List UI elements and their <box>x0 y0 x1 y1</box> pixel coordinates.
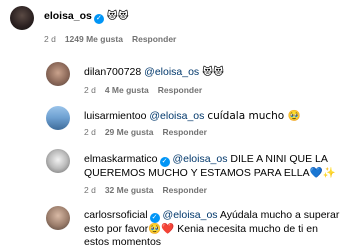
avatar[interactable] <box>46 149 70 173</box>
comment-text-line-1: elmaskarmatico ✓ @eloisa_os DILE A NINI Q… <box>84 153 328 167</box>
comment-time: 2 d <box>84 85 96 95</box>
avatar[interactable] <box>46 106 70 130</box>
comment-elmaskarmatico: elmaskarmatico ✓ @eloisa_os DILE A NINI Q… <box>0 145 350 200</box>
comment-eloisa: eloisa_os ✓ 😻😻 2 d 1249 Me gusta Responder <box>0 0 350 50</box>
comment-time: 2 d <box>84 127 96 137</box>
like-count[interactable]: 32 Me gusta <box>105 185 154 195</box>
comment-luis: luisarmientoo @eloisa_os cuídala mucho 🥹… <box>0 100 350 144</box>
comment-dilan: dilan700728 @eloisa_os 😻😻 2 d 4 Me gusta R… <box>0 55 350 99</box>
comment-body: cuídala mucho 🥹 <box>207 110 301 122</box>
reply-button[interactable]: Responder <box>162 127 206 137</box>
like-count[interactable]: 4 Me gusta <box>105 85 149 95</box>
comment-meta: 2 d 1249 Me gusta Responder <box>44 34 185 45</box>
mention-link[interactable]: @eloisa_os <box>172 153 227 165</box>
comment-text-line-1: carlosrsoficial ✓ @eloisa_os Ayúdala much… <box>84 209 339 223</box>
comment-meta: 2 d 29 Me gusta Responder <box>84 127 216 138</box>
comment-body-line-2: QUEREMOS MUCHO Y ESTAMOS PARA ELLA💙✨ <box>84 167 336 179</box>
verified-badge-icon: ✓ <box>149 213 160 223</box>
mention-link[interactable]: @eloisa_os <box>149 110 204 122</box>
username[interactable]: eloisa_os <box>44 10 92 22</box>
username[interactable]: carlosrsoficial <box>84 209 148 221</box>
comment-meta: 2 d 32 Me gusta Responder <box>84 185 216 196</box>
comment-text: dilan700728 @eloisa_os 😻😻 <box>84 66 224 79</box>
mention-link[interactable]: @eloisa_os <box>163 209 218 221</box>
comment-body-line-2: esto por favor🥹❤️ Kenia necesita mucho d… <box>84 223 318 235</box>
reply-button[interactable]: Responder <box>132 34 176 44</box>
mention-link[interactable]: @eloisa_os <box>144 66 199 78</box>
comment-time: 2 d <box>84 185 96 195</box>
comment-body-line-1: DILE A NINI QUE LA <box>230 153 328 165</box>
comment-body: 😻😻 <box>202 66 225 78</box>
username[interactable]: elmaskarmatico <box>84 153 158 165</box>
comment-carlos: carlosrsoficial ✓ @eloisa_os Ayúdala much… <box>0 200 350 250</box>
comment-meta: 2 d 4 Me gusta Responder <box>84 85 211 96</box>
like-count[interactable]: 1249 Me gusta <box>65 34 123 44</box>
verified-badge-icon: ✓ <box>159 157 170 167</box>
like-count[interactable]: 29 Me gusta <box>105 127 154 137</box>
avatar[interactable] <box>46 206 70 230</box>
comment-body: 😻😻 <box>106 10 129 22</box>
username[interactable]: luisarmientoo <box>84 110 146 122</box>
comment-text: luisarmientoo @eloisa_os cuídala mucho 🥹 <box>84 110 301 123</box>
avatar[interactable] <box>10 6 34 30</box>
comment-time: 2 d <box>44 34 56 44</box>
comment-body-line-3: estos momentos <box>84 236 162 248</box>
username[interactable]: dilan700728 <box>84 66 141 78</box>
reply-button[interactable]: Responder <box>158 85 202 95</box>
comment-body-line-1: Ayúdala mucho a superar <box>219 209 340 221</box>
comment-text: eloisa_os ✓ 😻😻 <box>44 10 129 24</box>
reply-button[interactable]: Responder <box>162 185 206 195</box>
verified-badge-icon: ✓ <box>93 14 104 24</box>
avatar[interactable] <box>46 62 70 86</box>
